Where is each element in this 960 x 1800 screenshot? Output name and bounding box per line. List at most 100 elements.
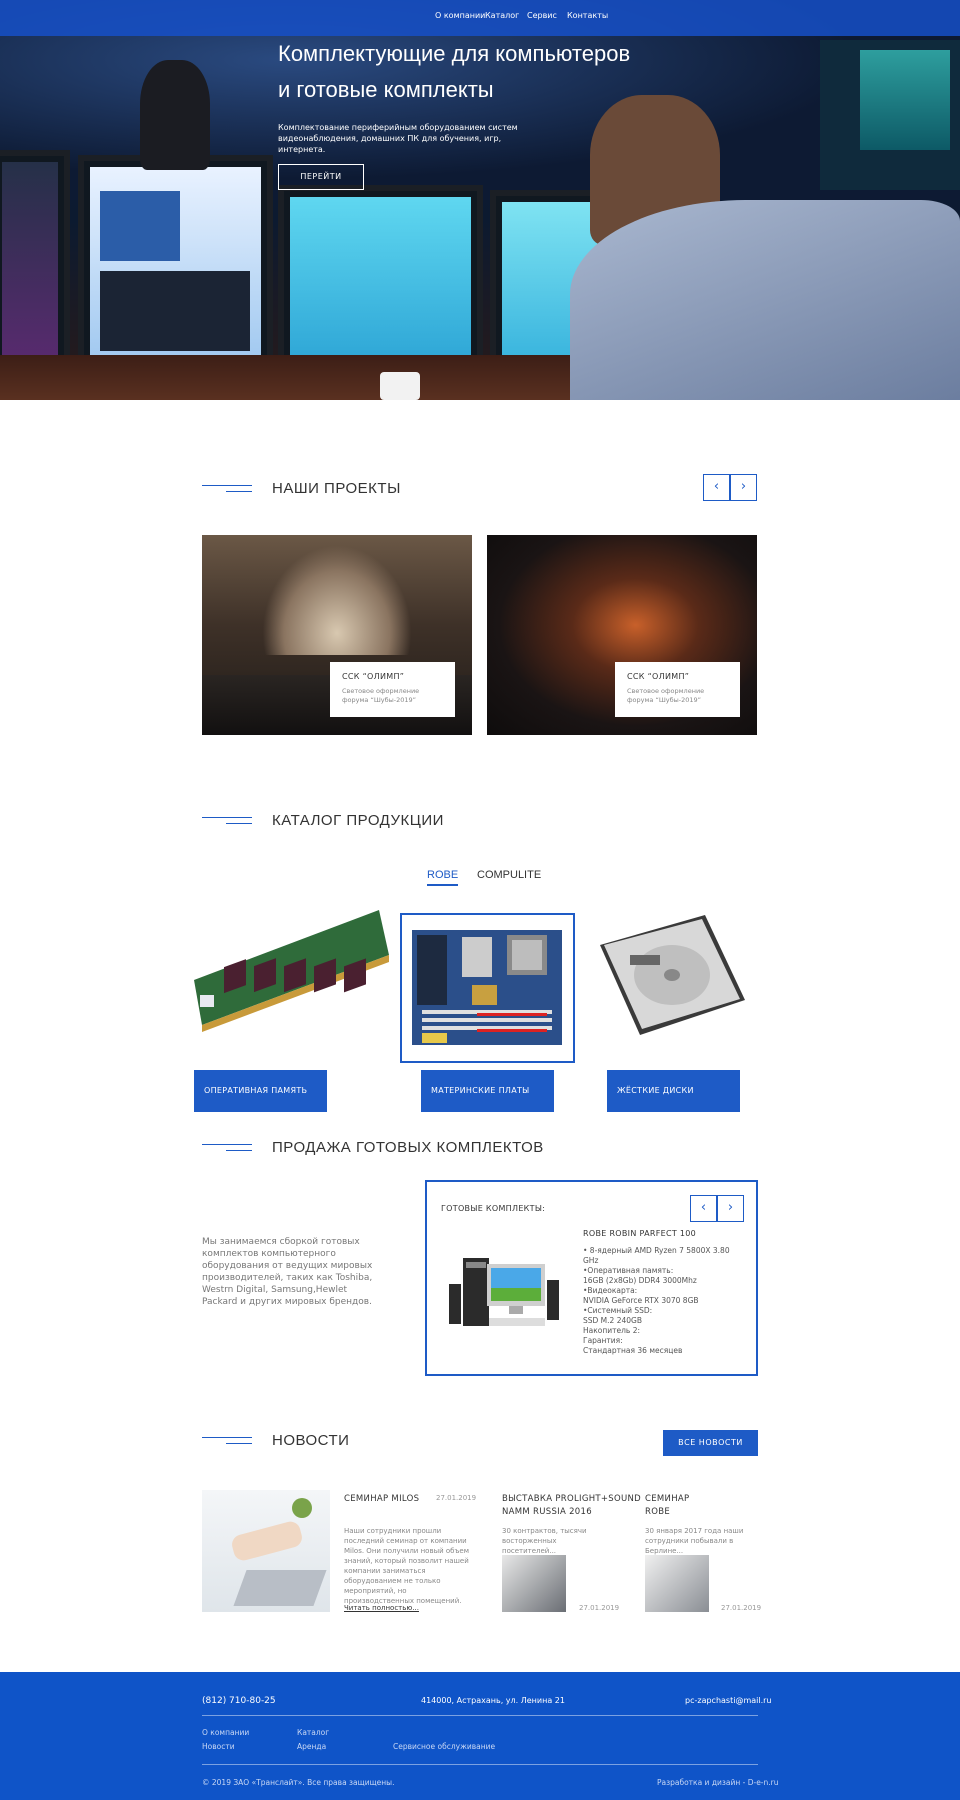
hero-person-body xyxy=(570,200,960,400)
kit-spec-line: • 8-ядерный AMD Ryzen 7 5800X 3.80 xyxy=(583,1246,730,1255)
project-caption: ССК “ОЛИМП” Световое оформление форума “… xyxy=(330,662,455,717)
section-decor-line xyxy=(202,485,252,486)
project-caption: ССК “ОЛИМП” Световое оформление форума “… xyxy=(615,662,740,717)
kit-prev-button[interactable]: ‹ xyxy=(690,1195,717,1222)
project-title: ССК “ОЛИМП” xyxy=(342,672,405,681)
ram-module-icon[interactable] xyxy=(194,910,389,1060)
hero-person-background xyxy=(140,60,210,170)
hero-monitor xyxy=(0,150,70,380)
news-item-title[interactable]: СЕМИНАР ROBE xyxy=(645,1493,689,1519)
footer-developer-link[interactable]: Разработка и дизайн - D-e-n.ru xyxy=(657,1778,779,1787)
motherboard-icon xyxy=(412,930,562,1045)
hero-go-button[interactable]: ПЕРЕЙТИ xyxy=(278,164,364,190)
project-card[interactable]: ССК “ОЛИМП” Световое оформление форума “… xyxy=(487,535,757,735)
kit-spec-line: GHz xyxy=(583,1256,599,1265)
project-card[interactable]: ССК “ОЛИМП” Световое оформление форума “… xyxy=(202,535,472,735)
news-item-title[interactable]: ВЫСТАВКА PROLIGHT+SOUND NAMM RUSSIA 2016 xyxy=(502,1493,641,1519)
news-item-title-line: NAMM RUSSIA 2016 xyxy=(502,1507,592,1517)
kit-spec-line: Накопитель 2: xyxy=(583,1326,641,1335)
kit-spec-line: •Оперативная память: xyxy=(583,1266,674,1275)
footer: (812) 710-80-25 414000, Астрахань, ул. Л… xyxy=(0,1672,960,1800)
footer-link-news[interactable]: Новости xyxy=(202,1742,235,1751)
footer-divider xyxy=(202,1764,758,1765)
project-description: Световое оформление форума “Шубы-2019” xyxy=(627,687,705,704)
news-main-date: 27.01.2019 xyxy=(436,1494,477,1502)
catalog-item-selected[interactable] xyxy=(400,913,575,1063)
footer-link-about[interactable]: О компании xyxy=(202,1728,249,1737)
news-item-date: 27.01.2019 xyxy=(721,1604,762,1612)
chevron-right-icon: › xyxy=(727,1200,734,1215)
nav-item-service[interactable]: Сервис xyxy=(527,11,557,20)
pc-set-icon xyxy=(445,1250,563,1345)
catalog-item-label[interactable]: ЖЁСТКИЕ ДИСКИ xyxy=(607,1070,740,1112)
section-decor-line xyxy=(202,1437,252,1438)
project-title: ССК “ОЛИМП” xyxy=(627,672,690,681)
kit-spec-line: Стандартная 36 месяцев xyxy=(583,1346,683,1355)
section-decor-line xyxy=(226,1150,252,1151)
project-image-hall xyxy=(262,545,412,655)
kits-title: ПРОДАЖА ГОТОВЫХ КОМПЛЕКТОВ xyxy=(272,1139,544,1156)
tab-robe[interactable]: ROBE xyxy=(427,869,459,886)
news-main-text: Наши сотрудники прошли последний семинар… xyxy=(344,1527,469,1605)
nav-item-catalog[interactable]: Каталог xyxy=(485,11,519,20)
kit-product-title: ROBE ROBIN PARFECT 100 xyxy=(583,1229,697,1238)
nav-item-about[interactable]: О компании xyxy=(435,11,485,20)
chevron-left-icon: ‹ xyxy=(713,479,720,494)
footer-address: 414000, Астрахань, ул. Ленина 21 xyxy=(421,1696,565,1705)
kit-box-label: ГОТОВЫЕ КОМПЛЕКТЫ: xyxy=(441,1204,546,1213)
kit-spec-line: •Видеокарта: xyxy=(583,1286,638,1295)
projects-prev-button[interactable]: ‹ xyxy=(703,474,730,501)
news-image-laptop xyxy=(233,1570,327,1606)
projects-title: НАШИ ПРОЕКТЫ xyxy=(272,480,401,497)
project-description: Световое оформление форума “Шубы-2019” xyxy=(342,687,420,704)
footer-link-rent[interactable]: Аренда xyxy=(297,1742,326,1751)
hero-title-line2: и готовые комплекты xyxy=(278,77,494,102)
kit-spec-line: NVIDIA GeForce RTX 3070 8GB xyxy=(583,1296,699,1305)
chevron-left-icon: ‹ xyxy=(700,1200,707,1215)
kit-specs: • 8-ядерный AMD Ryzen 7 5800X 3.80 GHz •… xyxy=(583,1246,753,1356)
kit-card: ГОТОВЫЕ КОМПЛЕКТЫ: ‹ › ROBE ROBIN PARFEC… xyxy=(425,1180,758,1376)
footer-phone[interactable]: (812) 710-80-25 xyxy=(202,1696,276,1706)
tab-compulite[interactable]: COMPULITE xyxy=(477,869,541,881)
news-item-title-line: ВЫСТАВКА PROLIGHT+SOUND xyxy=(502,1494,642,1504)
section-decor-line xyxy=(226,823,252,824)
hard-drive-icon[interactable] xyxy=(590,915,750,1055)
hero-monitor xyxy=(278,185,483,375)
kits-description: Мы занимаемся сборкой готовых комплектов… xyxy=(202,1237,373,1307)
section-decor-line xyxy=(202,1144,252,1145)
hero-title-line1: Комплектующие для компьютеров xyxy=(278,41,631,66)
news-item-text: 30 января 2017 года наши сотрудники побы… xyxy=(645,1527,744,1555)
footer-link-catalog[interactable]: Каталог xyxy=(297,1728,329,1737)
section-decor-line xyxy=(202,817,252,818)
footer-link-service[interactable]: Сервисное обслуживание xyxy=(393,1742,495,1751)
hero-title: Комплектующие для компьютеров и готовые … xyxy=(278,36,658,108)
nav-item-contacts[interactable]: Контакты xyxy=(567,11,608,20)
news-item-image[interactable] xyxy=(502,1555,566,1612)
kit-spec-line: SSD M.2 240GB xyxy=(583,1316,642,1325)
all-news-button[interactable]: ВСЕ НОВОСТИ xyxy=(663,1430,758,1456)
news-image-hands xyxy=(229,1519,305,1563)
news-item-title-line: ROBE xyxy=(645,1507,670,1517)
news-main-title[interactable]: СЕМИНАР MILOS xyxy=(344,1493,419,1506)
hero-monitor xyxy=(78,155,273,385)
catalog-item-label[interactable]: МАТЕРИНСКИЕ ПЛАТЫ xyxy=(421,1070,554,1112)
hero-wall-screen-glow xyxy=(860,50,950,150)
news-item-date: 27.01.2019 xyxy=(579,1604,620,1612)
news-item-image[interactable] xyxy=(645,1555,709,1612)
kit-spec-line: •Системный SSD: xyxy=(583,1306,653,1315)
kit-next-button[interactable]: › xyxy=(717,1195,744,1222)
catalog-title: КАТАЛОГ ПРОДУКЦИИ xyxy=(272,812,444,829)
chevron-right-icon: › xyxy=(740,479,747,494)
footer-email[interactable]: pc-zapchasti@mail.ru xyxy=(685,1696,771,1705)
kit-spec-line: 16GB (2x8Gb) DDR4 3000Mhz xyxy=(583,1276,697,1285)
news-image-plant xyxy=(292,1498,312,1518)
catalog-item-label[interactable]: ОПЕРАТИВНАЯ ПАМЯТЬ xyxy=(194,1070,327,1112)
section-decor-line xyxy=(226,491,252,492)
news-main-image[interactable] xyxy=(202,1490,330,1612)
projects-next-button[interactable]: › xyxy=(730,474,757,501)
footer-copyright: © 2019 ЗАО «Транслайт». Все права защище… xyxy=(202,1778,395,1787)
news-item-text: 30 контрактов, тысячи восторженных посет… xyxy=(502,1527,587,1555)
hero-mug xyxy=(380,372,420,400)
news-read-more-link[interactable]: Читать полностью... xyxy=(344,1603,419,1613)
kit-spec-line: Гарантия: xyxy=(583,1336,623,1345)
